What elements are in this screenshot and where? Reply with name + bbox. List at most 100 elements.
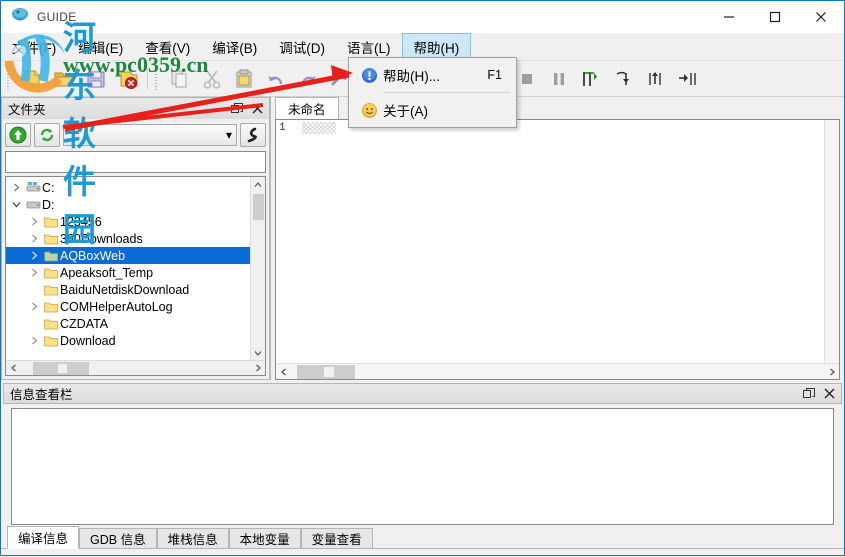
tree-item-comhelperautolog[interactable]: COMHelperAutoLog xyxy=(6,298,250,315)
tree-hscroll-grip xyxy=(58,363,67,373)
menu-separator xyxy=(383,92,510,93)
editor-text-surface[interactable]: 1 xyxy=(276,120,824,363)
scroll-down-icon[interactable] xyxy=(251,345,266,360)
pause-icon[interactable] xyxy=(543,64,575,94)
scissors-icon[interactable] xyxy=(196,64,228,94)
editor-horizontal-scrollbar[interactable] xyxy=(276,363,839,379)
tree-item-download[interactable]: Download xyxy=(6,332,250,349)
copy-button[interactable] xyxy=(164,64,196,94)
info-output-textarea[interactable] xyxy=(11,408,834,525)
tab-watch-variables[interactable]: 变量查看 xyxy=(300,528,373,549)
tree-item-czdata[interactable]: CZDATA xyxy=(6,315,250,332)
info-dock-body xyxy=(11,408,834,525)
folder-combo[interactable]: ▾ xyxy=(63,124,237,146)
step-out-icon[interactable] xyxy=(639,64,671,94)
menu-item-edit[interactable]: 编辑(E) xyxy=(67,33,134,60)
up-arrow-icon[interactable] xyxy=(5,123,31,147)
menu-option-help[interactable]: 帮助(H)... F1 xyxy=(349,60,516,90)
chevron-down-icon[interactable] xyxy=(8,200,24,209)
folder-tree-list[interactable]: C: D: 123456 360Downloads AQBoxWeb Apeak… xyxy=(6,177,250,360)
step-over-icon[interactable] xyxy=(575,64,607,94)
tree-item-label: 360Downloads xyxy=(60,231,143,246)
refresh-icon[interactable] xyxy=(34,123,60,147)
tree-vertical-scrollbar[interactable] xyxy=(250,177,265,360)
app-icon xyxy=(9,6,31,28)
toolbar-grip-2[interactable] xyxy=(154,67,161,90)
step-into-icon[interactable] xyxy=(607,64,639,94)
drive-icon xyxy=(24,198,42,211)
upper-split: 文件夹 ▾ C: D: 123456 360Downloads AQBoxWeb… xyxy=(1,97,844,380)
folder-toolbar: ▾ xyxy=(5,122,266,148)
code-editor[interactable]: 1 xyxy=(275,119,840,380)
tree-hscroll-track[interactable] xyxy=(21,361,250,376)
minimize-button[interactable] xyxy=(706,1,752,33)
folder-icon xyxy=(42,318,60,330)
tree-item-label: AQBoxWeb xyxy=(60,248,126,263)
menu-item-compile[interactable]: 编译(B) xyxy=(201,33,268,60)
filter-icon[interactable] xyxy=(240,123,266,147)
tree-item-label: COMHelperAutoLog xyxy=(60,299,173,314)
scroll-left-icon[interactable] xyxy=(276,364,291,379)
tree-item-label: BaiduNetdiskDownload xyxy=(60,282,190,297)
editor-gutter: 1 xyxy=(276,120,302,363)
menu-item-debug[interactable]: 调试(D) xyxy=(268,33,336,60)
toolbar-grip[interactable] xyxy=(6,67,13,90)
float-icon[interactable] xyxy=(801,386,817,402)
redo-button[interactable] xyxy=(292,64,324,94)
menu-item-help[interactable]: 帮助(H) xyxy=(401,33,472,60)
tab-stack-info[interactable]: 堆栈信息 xyxy=(156,528,229,549)
chevron-right-icon[interactable] xyxy=(26,268,42,277)
tree-item-label: 123456 xyxy=(60,214,102,229)
tree-item-label: CZDATA xyxy=(60,316,109,331)
info-dock-tabs: 编译信息 GDB 信息 堆栈信息 本地变量 变量查看 xyxy=(1,525,844,549)
close-icon[interactable] xyxy=(821,386,837,402)
chevron-right-icon[interactable] xyxy=(26,251,42,260)
folder-icon xyxy=(42,250,60,262)
tree-item-baidunetdiskdownload[interactable]: BaiduNetdiskDownload xyxy=(6,281,250,298)
smiley-icon xyxy=(355,102,383,119)
tree-item-apeaksoft-temp[interactable]: Apeaksoft_Temp xyxy=(6,264,250,281)
menu-item-language[interactable]: 语言(L) xyxy=(336,33,402,60)
maximize-button[interactable] xyxy=(752,1,798,33)
scroll-up-icon[interactable] xyxy=(251,177,266,192)
menu-item-file[interactable]: 文件(F) xyxy=(1,33,67,60)
tree-scroll-thumb[interactable] xyxy=(252,194,264,220)
tree-item-d-drive[interactable]: D: xyxy=(6,196,250,213)
tree-item-aqboxweb[interactable]: AQBoxWeb xyxy=(6,247,250,264)
scroll-left-icon[interactable] xyxy=(6,361,21,376)
run-to-cursor-icon[interactable] xyxy=(671,64,703,94)
drive-icon xyxy=(24,181,42,194)
float-icon[interactable] xyxy=(229,101,245,117)
folder-icon xyxy=(42,335,60,347)
undo-button[interactable] xyxy=(260,64,292,94)
chevron-right-icon[interactable] xyxy=(8,183,24,192)
scroll-right-icon[interactable] xyxy=(250,361,265,376)
editor-hscroll-track[interactable] xyxy=(291,364,824,380)
tab-gdb-info[interactable]: GDB 信息 xyxy=(79,528,157,549)
chevron-right-icon[interactable] xyxy=(26,234,42,243)
path-input[interactable] xyxy=(5,151,266,173)
editor-tab-untitled[interactable]: 未命名 xyxy=(275,97,339,119)
tree-item-123456[interactable]: 123456 xyxy=(6,213,250,230)
editor-vertical-scrollbar[interactable] xyxy=(824,120,839,363)
close-button[interactable] xyxy=(798,1,844,33)
tree-item-c-drive[interactable]: C: xyxy=(6,179,250,196)
chevron-right-icon[interactable] xyxy=(26,336,42,345)
chevron-right-icon[interactable] xyxy=(26,302,42,311)
chevron-right-icon[interactable] xyxy=(26,217,42,226)
menu-item-view[interactable]: 查看(V) xyxy=(134,33,201,60)
scroll-right-icon[interactable] xyxy=(824,364,839,379)
new-file-button[interactable] xyxy=(16,64,48,94)
close-icon[interactable] xyxy=(249,101,265,117)
tree-item-360downloads[interactable]: 360Downloads xyxy=(6,230,250,247)
tab-compile-info[interactable]: 编译信息 xyxy=(7,526,80,549)
paste-button[interactable] xyxy=(228,64,260,94)
folder-dock-titlebar: 文件夹 xyxy=(1,97,270,119)
menu-option-about-label: 关于(A) xyxy=(383,104,428,119)
tab-local-variables[interactable]: 本地变量 xyxy=(228,528,301,549)
open-folder-button[interactable] xyxy=(48,64,80,94)
tree-horizontal-scrollbar[interactable] xyxy=(6,360,265,375)
save-button[interactable] xyxy=(80,64,112,94)
menu-option-about[interactable]: 关于(A) xyxy=(349,95,516,125)
close-file-button[interactable] xyxy=(112,64,144,94)
